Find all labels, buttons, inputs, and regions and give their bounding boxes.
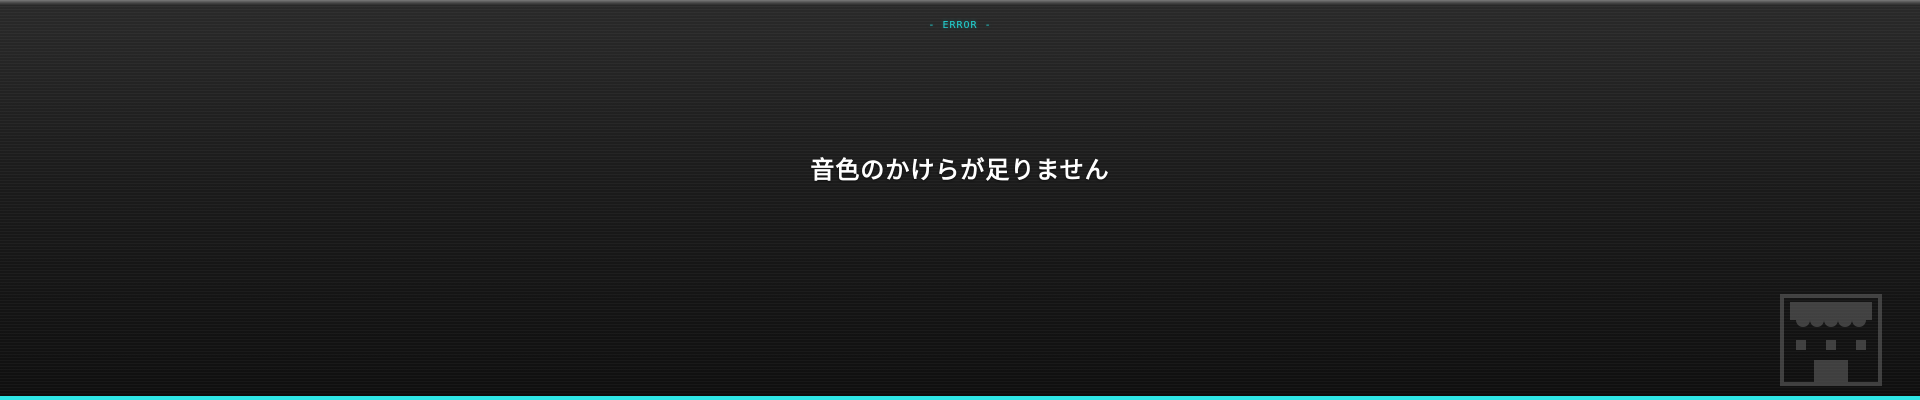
error-message: 音色のかけらが足りません — [810, 156, 1110, 184]
shop-icon — [1780, 294, 1882, 386]
top-border — [0, 0, 1920, 6]
bottom-accent-bar — [0, 396, 1920, 400]
error-screen: - ERROR - 音色のかけらが足りません — [0, 0, 1920, 400]
error-label: - ERROR - — [928, 20, 992, 31]
